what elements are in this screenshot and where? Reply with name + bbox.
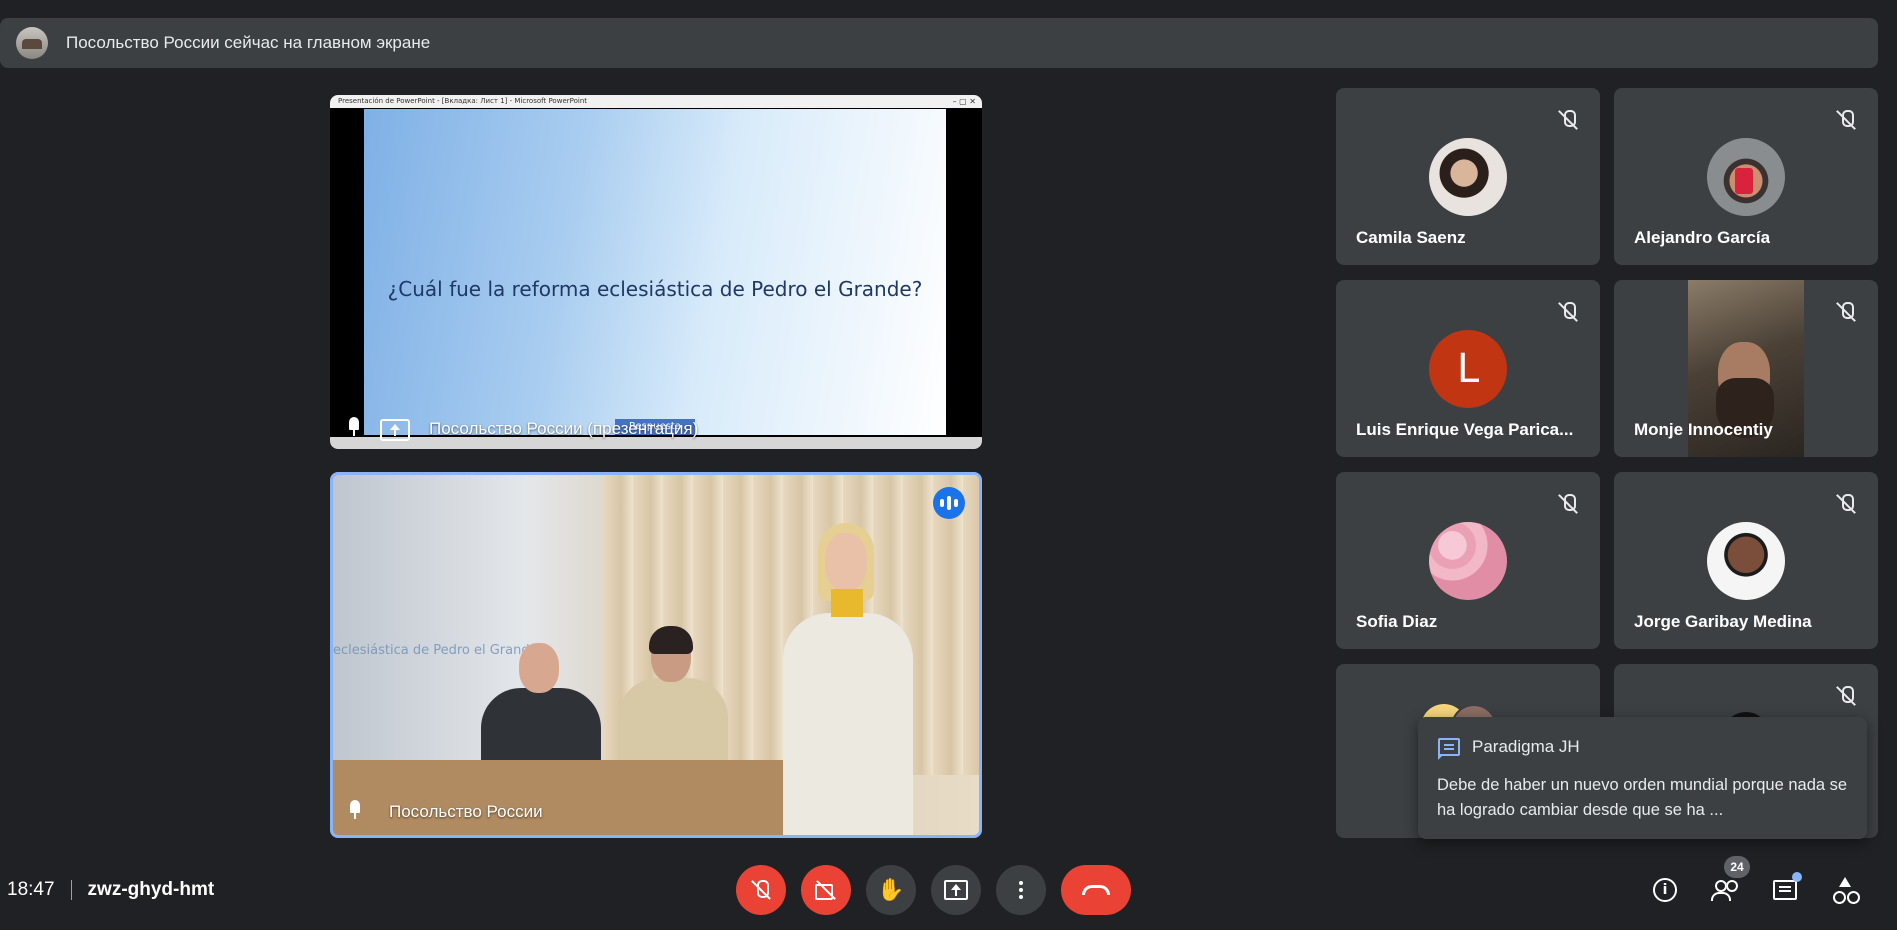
participant-name: Luis Enrique Vega Parica...	[1356, 420, 1574, 439]
participant-count-badge: 24	[1724, 856, 1750, 878]
pin-icon[interactable]	[347, 800, 363, 820]
people-button[interactable]	[1709, 874, 1741, 906]
chat-message: Debe de haber un nuevo orden mundial por…	[1437, 776, 1848, 819]
participant-name: Sofia Diaz	[1356, 612, 1438, 631]
presenter-avatar	[16, 27, 48, 59]
person-speaker	[618, 626, 728, 773]
participant-tile[interactable]: Sofia Diaz	[1336, 472, 1600, 649]
more-vert-icon	[1019, 881, 1023, 899]
slide: ¿Cuál fue la reforma eclesiástica de Ped…	[364, 109, 946, 435]
chat-icon	[1438, 738, 1460, 760]
info-icon: i	[1653, 878, 1677, 902]
present-now-button[interactable]	[931, 865, 981, 915]
chat-icon	[1773, 880, 1797, 900]
mic-toggle-button[interactable]	[736, 865, 786, 915]
speaking-indicator-icon	[933, 487, 965, 519]
presentation-tile-label: Посольство России (презентация)	[429, 419, 699, 438]
participant-avatar	[1429, 522, 1507, 600]
present-screen-icon	[380, 419, 410, 441]
divider	[70, 880, 72, 900]
mic-off-icon	[1836, 108, 1856, 132]
hang-up-icon	[1082, 885, 1110, 895]
mic-off-icon	[1558, 300, 1578, 324]
leave-call-button[interactable]	[1061, 865, 1131, 915]
camera-toggle-button[interactable]	[801, 865, 851, 915]
participant-avatar	[1707, 522, 1785, 600]
participant-name: Alejandro García	[1634, 228, 1771, 247]
participant-name: Jorge Garibay Medina	[1634, 612, 1812, 631]
window-controls: – ▢ ✕	[952, 97, 976, 106]
activities-icon	[1832, 877, 1858, 904]
presenting-banner: Посольство России сейчас на главном экра…	[0, 18, 1878, 68]
chat-sender: Paradigma JH	[1472, 737, 1580, 756]
people-icon	[1711, 879, 1739, 901]
participant-name: Monje Innocentiy	[1634, 420, 1773, 439]
activities-button[interactable]	[1829, 874, 1861, 906]
mic-off-icon	[755, 880, 769, 900]
person-man	[481, 643, 601, 778]
meeting-code: zwz-ghyd-hmt	[87, 879, 215, 900]
presentation-tile[interactable]: Presentación de PowerPoint - [Вкладка: Л…	[330, 95, 982, 449]
slide-question: ¿Cuál fue la reforma eclesiástica de Ped…	[387, 277, 923, 301]
participant-tile[interactable]: Alejandro García	[1614, 88, 1878, 265]
participant-avatar	[1707, 138, 1785, 216]
participant-tile[interactable]: Monje Innocentiy	[1614, 280, 1878, 457]
mic-off-icon	[1558, 108, 1578, 132]
participant-name: Camila Saenz	[1356, 228, 1466, 247]
person-woman-standing	[783, 523, 913, 835]
meeting-details-button[interactable]: i	[1649, 874, 1681, 906]
camera-tile-label: Посольство России	[389, 802, 543, 821]
hand-icon: ✋	[877, 877, 905, 902]
unread-indicator	[1792, 872, 1802, 882]
mic-off-icon	[1558, 492, 1578, 516]
banner-text: Посольство России сейчас на главном экра…	[66, 33, 431, 52]
ppt-window-titlebar: Presentación de PowerPoint - [Вкладка: Л…	[330, 95, 982, 108]
chat-message-toast[interactable]: Paradigma JH Debe de haber un nuevo orde…	[1418, 717, 1867, 839]
camera-off-icon	[815, 882, 837, 900]
participant-tile[interactable]: Jorge Garibay Medina	[1614, 472, 1878, 649]
meeting-info: 18:47 zwz-ghyd-hmt	[7, 877, 214, 903]
more-options-button[interactable]	[996, 865, 1046, 915]
participant-initial-avatar: L	[1429, 330, 1507, 408]
participant-avatar	[1429, 138, 1507, 216]
raise-hand-button[interactable]: ✋	[866, 865, 916, 915]
camera-tile-embassy[interactable]: eclesiástica de Pedro el Grande Посольст…	[330, 472, 982, 838]
ppt-window-title: Presentación de PowerPoint - [Вкладка: Л…	[338, 97, 588, 105]
pin-icon[interactable]	[346, 417, 362, 437]
table	[333, 760, 833, 835]
participant-tile[interactable]: Camila Saenz	[1336, 88, 1600, 265]
meeting-time: 18:47	[7, 879, 55, 900]
mic-off-icon	[1836, 492, 1856, 516]
participant-tile[interactable]: L Luis Enrique Vega Parica...	[1336, 280, 1600, 457]
mic-off-icon	[1836, 684, 1856, 708]
mic-off-icon	[1836, 300, 1856, 324]
present-icon	[944, 880, 968, 900]
